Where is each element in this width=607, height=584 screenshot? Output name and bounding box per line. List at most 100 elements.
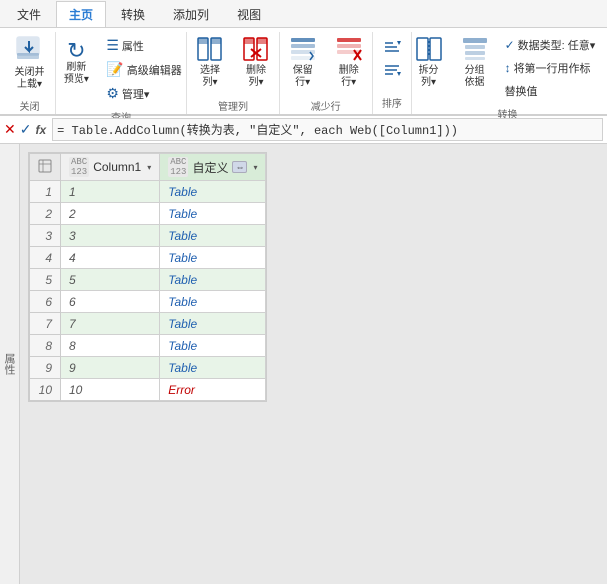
row-num-9: 9 (30, 357, 61, 379)
col-header-rownum (30, 154, 61, 181)
col2-expand-button[interactable]: ⇔ (232, 161, 247, 173)
sort-buttons (377, 32, 407, 81)
cell-col1-8: 8 (61, 335, 160, 357)
split-label: 拆分列▾ (419, 65, 439, 89)
refresh-button[interactable]: ↻ 刷新预览▾ (54, 32, 98, 94)
row-num-7: 7 (30, 313, 61, 335)
cell-col2-8[interactable]: Table (160, 335, 266, 357)
sort-desc-button[interactable] (377, 59, 407, 81)
cell-col2-10[interactable]: Error (160, 379, 266, 401)
cell-col1-9: 9 (61, 357, 160, 379)
delete-cols-icon (243, 37, 269, 65)
replace-value-button[interactable]: 替换值 (499, 80, 607, 102)
formula-bar-left: ✕ ✓ fx (4, 121, 46, 138)
first-row-icon: ↕ (505, 61, 511, 75)
sort-group-label: 排序 (382, 91, 402, 110)
cell-col2-6[interactable]: Table (160, 291, 266, 313)
select-cols-button[interactable]: 选择列▾ (188, 32, 232, 94)
manage-cols-group-label: 管理列 (218, 94, 248, 113)
col-header-rownum-inner (38, 159, 52, 176)
table-row: 5 5 Table (30, 269, 266, 291)
content-area: ABC123 Column1 ▾ ABC123 自定义 ⇔ ▾ (20, 144, 607, 584)
ribbon-buttons-manage-cols: 选择列▾ 删除列▾ (188, 32, 278, 94)
close-upload-button[interactable]: 关闭并上载▾ (7, 32, 51, 94)
manage-button[interactable]: ⚙ 管理▾ (100, 82, 187, 105)
col2-name: 自定义 (192, 159, 228, 176)
delete-cols-button[interactable]: 删除列▾ (234, 32, 278, 94)
replace-value-label: 替换值 (505, 83, 538, 99)
ribbon-group-close: 关闭并上载▾ 关闭 (4, 32, 56, 114)
table-row: 2 2 Table (30, 203, 266, 225)
cell-col1-10: 10 (61, 379, 160, 401)
advanced-editor-label: 高级编辑器 (127, 62, 182, 78)
formula-confirm-button[interactable]: ✓ (20, 121, 32, 138)
properties-label: 属性 (122, 38, 144, 54)
close-group-label: 关闭 (19, 94, 39, 113)
table-row: 6 6 Table (30, 291, 266, 313)
query-small-buttons: ☰ 属性 📝 高级编辑器 ⚙ 管理▾ (100, 32, 187, 105)
sidebar-label: 属性 (1, 353, 17, 375)
tab-add-col[interactable]: 添加列 (160, 1, 222, 27)
cell-col2-7[interactable]: Table (160, 313, 266, 335)
manage-icon: ⚙ (106, 85, 119, 102)
row-num-4: 4 (30, 247, 61, 269)
table-row: 10 10 Error (30, 379, 266, 401)
delete-rows-icon (336, 37, 362, 65)
keep-rows-button[interactable]: 保留行▾ (281, 32, 325, 94)
cell-col2-5[interactable]: Table (160, 269, 266, 291)
sort-asc-icon (383, 39, 401, 55)
cell-col2-1[interactable]: Table (160, 181, 266, 203)
cell-col1-3: 3 (61, 225, 160, 247)
delete-cols-label: 删除列▾ (246, 65, 266, 89)
group-button[interactable]: 分组依据 (453, 32, 497, 94)
ribbon-buttons-sort (377, 32, 407, 91)
ribbon-buttons-close: 关闭并上载▾ (7, 32, 51, 94)
delete-rows-label: 删除行▾ (339, 65, 359, 89)
select-cols-label: 选择列▾ (200, 65, 220, 89)
ribbon-group-manage-cols: 选择列▾ 删除列▾ 管理列 (187, 32, 280, 114)
cell-col2-3[interactable]: Table (160, 225, 266, 247)
cell-col1-4: 4 (61, 247, 160, 269)
cell-col1-1: 1 (61, 181, 160, 203)
col-header-column1[interactable]: ABC123 Column1 ▾ (61, 154, 160, 181)
ribbon-buttons-reduce-rows: 保留行▾ 删除行▾ (281, 32, 371, 94)
formula-cancel-button[interactable]: ✕ (4, 121, 16, 138)
sort-desc-icon (383, 62, 401, 78)
ribbon-group-reduce-rows: 保留行▾ 删除行▾ 减少行 (280, 32, 373, 114)
col1-dropdown-icon[interactable]: ▾ (147, 163, 151, 172)
properties-button[interactable]: ☰ 属性 (100, 34, 187, 57)
delete-rows-button[interactable]: 删除行▾ (327, 32, 371, 94)
table-row: 3 3 Table (30, 225, 266, 247)
tab-transform[interactable]: 转换 (108, 1, 158, 27)
row-num-2: 2 (30, 203, 61, 225)
col-header-custom-inner: ABC123 自定义 ⇔ ▾ (168, 157, 257, 177)
tab-view[interactable]: 视图 (224, 1, 274, 27)
cell-col2-4[interactable]: Table (160, 247, 266, 269)
cell-col2-9[interactable]: Table (160, 357, 266, 379)
tab-home[interactable]: 主页 (56, 1, 106, 27)
row-num-10: 10 (30, 379, 61, 401)
select-cols-icon (197, 37, 223, 65)
datatype-check-icon: ✓ (505, 38, 515, 52)
cell-col2-2[interactable]: Table (160, 203, 266, 225)
col-header-custom[interactable]: ABC123 自定义 ⇔ ▾ (160, 154, 266, 181)
first-row-button[interactable]: ↕ 将第一行用作标 (499, 57, 607, 79)
col1-name: Column1 (93, 160, 141, 174)
advanced-editor-button[interactable]: 📝 高级编辑器 (100, 58, 187, 81)
col2-dropdown-icon[interactable]: ▾ (253, 163, 257, 172)
row-num-3: 3 (30, 225, 61, 247)
refresh-icon: ↻ (67, 40, 85, 62)
cell-col1-7: 7 (61, 313, 160, 335)
formula-fx-button[interactable]: fx (35, 123, 46, 137)
refresh-label: 刷新预览▾ (64, 62, 89, 86)
formula-input[interactable]: = Table.AddColumn(转换为表, "自定义", each Web(… (52, 118, 603, 141)
close-upload-icon (15, 35, 43, 67)
sort-asc-button[interactable] (377, 36, 407, 58)
split-button[interactable]: 拆分列▾ (407, 32, 451, 94)
ribbon-tabs: 文件 主页 转换 添加列 视图 (0, 0, 607, 28)
table-row: 4 4 Table (30, 247, 266, 269)
ribbon-buttons-transform: 拆分列▾ 分组依据 ✓ 数据类型: 任意▾ (407, 32, 607, 102)
tab-file[interactable]: 文件 (4, 1, 54, 27)
reduce-rows-group-label: 减少行 (311, 94, 341, 113)
datatype-button[interactable]: ✓ 数据类型: 任意▾ (499, 34, 607, 56)
